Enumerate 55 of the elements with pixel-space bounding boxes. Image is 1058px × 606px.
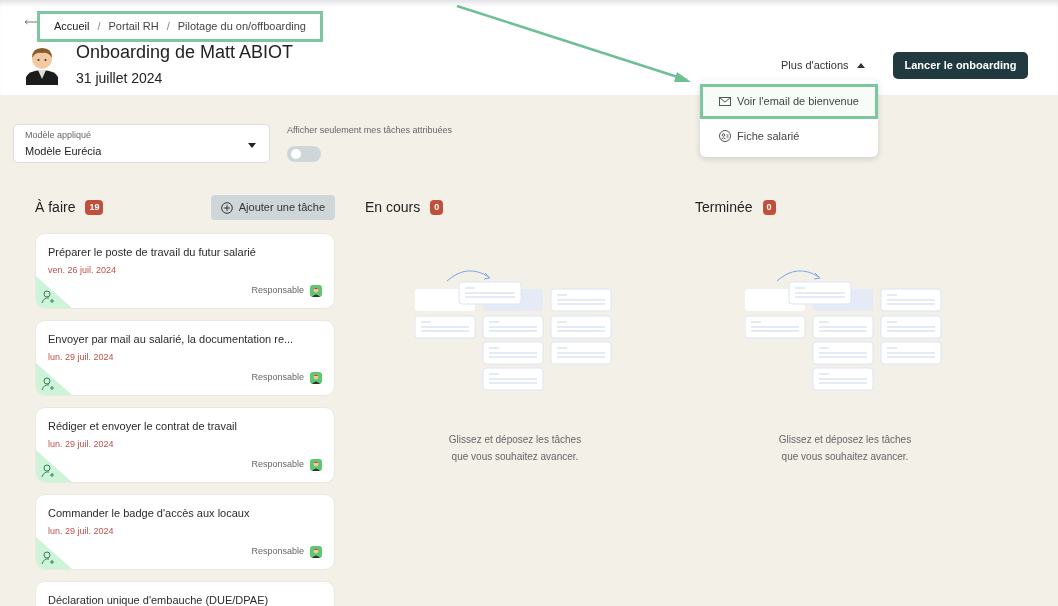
breadcrumb-link[interactable]: Portail RH [108,18,159,35]
column-title: Terminée [695,198,753,217]
assign-person-icon[interactable] [36,275,72,308]
avatar-icon [310,284,322,297]
task-title: Préparer le poste de travail du futur salarié [48,244,257,260]
task-title: Commander le badge d'accès aux locaux [48,505,251,521]
due-date: lun. 29 juil. 2024 [48,525,115,538]
template-select[interactable]: Modèle appliqué Modèle Eurécia [13,124,270,163]
task-title: Rédiger et envoyer le contrat de travail [48,418,238,434]
breadcrumb-separator: / [97,19,101,34]
column-title: En cours [365,198,421,217]
breadcrumb-link[interactable]: Accueil [54,18,90,35]
empty-state-text: Glissez et déposez les tâches que vous souhaitez avancer. [447,432,583,464]
page-title: Onboarding de Matt ABIOT [76,42,294,64]
menu-item[interactable]: Voir l'email de bienvenue [700,84,878,119]
assignee-label: Responsable [251,371,304,384]
assignee-label: Responsable [251,545,304,558]
avatar-icon [310,545,322,558]
task-card[interactable]: Préparer le poste de travail du futur salarié ven. 26 juil. 2024 Responsable [35,232,335,309]
due-date: ven. 26 juil. 2024 [48,264,118,277]
breadcrumb-link[interactable]: Pilotage du on/offboarding [177,18,306,35]
count-badge: 0 [762,199,776,216]
task-card[interactable]: Envoyer par mail au salarié, la documentation re... lun. 29 juil. 2024 Responsable [35,319,335,396]
avatar-icon [310,458,322,471]
column-title: À faire [35,198,76,217]
empty-state-text: Glissez et déposez les tâches que vous souhaitez avancer. [777,432,913,464]
back-arrow-icon[interactable] [24,19,38,25]
avatar-icon [310,371,322,384]
person-badge-icon [719,129,731,142]
count-badge: 19 [85,199,104,216]
assignee-label: Responsable [251,284,304,297]
caret-icon [248,143,256,148]
onboarding-date: 31 juillet 2024 [76,68,164,88]
launch-onboarding-button[interactable]: Lancer le onboarding [892,52,1029,79]
add-task-button[interactable]: Ajouter une tâche [210,195,335,220]
avatar-icon [24,45,60,86]
due-date: lun. 29 juil. 2024 [48,351,115,364]
envelope-icon [719,96,731,106]
toggle-label: Afficher seulement mes tâches attribuées [287,124,452,137]
task-card[interactable]: Rédiger et envoyer le contrat de travail lun. 29 juil. 2024 Responsable [35,406,335,483]
task-card[interactable]: Commander le badge d'accès aux locaux lun. 29 juil. 2024 Responsable [35,493,335,570]
due-date: lun. 29 juil. 2024 [48,438,115,451]
assign-person-icon[interactable] [36,536,72,569]
assignee-label: Responsable [251,458,304,471]
more-actions-button[interactable]: Plus d'actions [775,56,871,75]
plus-circle-icon [220,201,233,214]
breadcrumb-separator: / [166,19,170,34]
assign-person-icon[interactable] [36,449,72,482]
task-title: Envoyer par mail au salarié, la documentation re... [48,331,295,347]
task-card[interactable]: Déclaration unique d'embauche (DUE/DPAE) [35,580,335,606]
toggle-switch[interactable] [287,145,321,162]
count-badge: 0 [430,199,444,216]
task-title: Déclaration unique d'embauche (DUE/DPAE) [48,592,270,606]
assign-person-icon[interactable] [36,362,72,395]
menu-item[interactable]: Fiche salarié [700,118,878,153]
